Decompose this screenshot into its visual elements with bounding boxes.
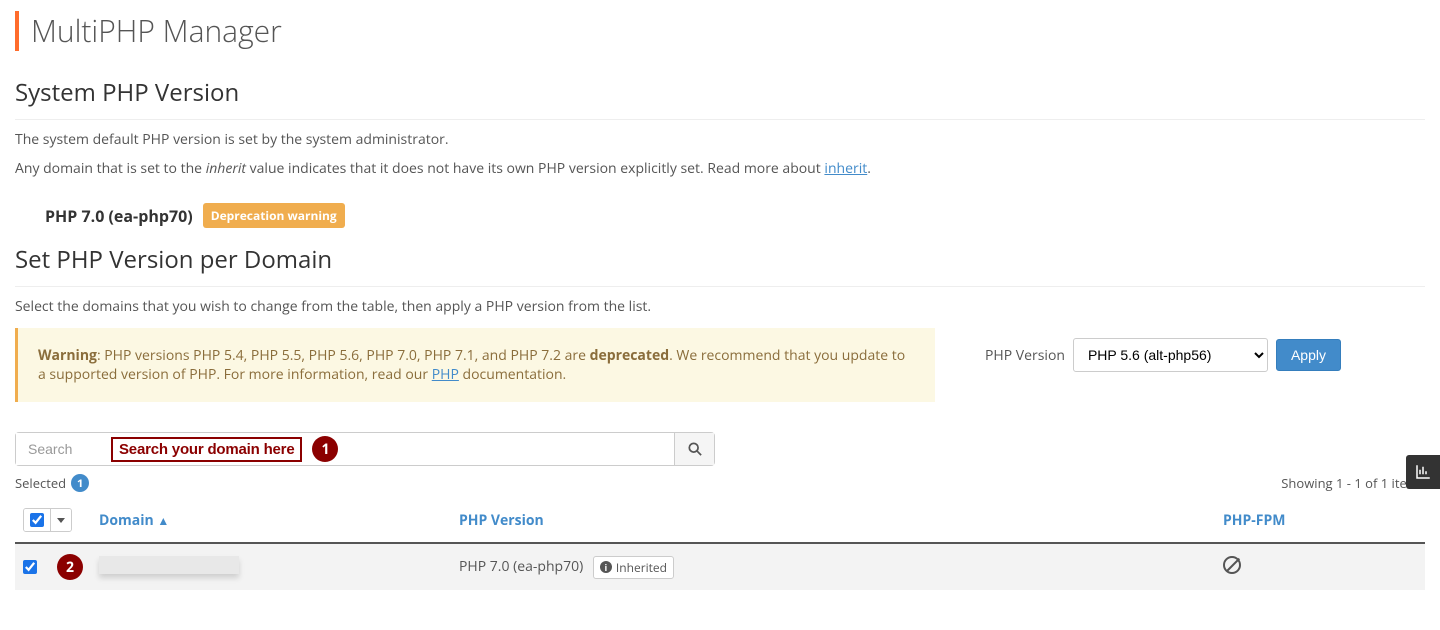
system-php-desc1: The system default PHP version is set by… <box>15 130 1425 149</box>
table-row: 2 PHP 7.0 (ea-php70) i Inherited <box>15 543 1425 590</box>
col-checkbox <box>15 498 91 543</box>
annotation-badge-2: 2 <box>57 554 83 580</box>
chevron-down-icon <box>57 518 65 523</box>
domain-table: Domain ▲ PHP Version PHP-FPM 2 PHP 7.0 (… <box>15 498 1425 590</box>
apply-button[interactable]: Apply <box>1276 339 1341 371</box>
domain-name-redacted <box>99 556 239 574</box>
page-title: MultiPHP Manager <box>31 10 282 51</box>
desc-text: . <box>867 159 871 178</box>
apply-group: PHP Version PHP 5.6 (alt-php56) Apply <box>985 338 1341 372</box>
annotation-search: Search your domain here 1 <box>111 437 338 461</box>
desc-text: value indicates that it does not have it… <box>246 159 824 178</box>
info-icon: i <box>600 561 612 573</box>
row-checkbox[interactable] <box>23 560 37 574</box>
inherited-tag: i Inherited <box>593 556 674 579</box>
php-version-select[interactable]: PHP 5.6 (alt-php56) <box>1073 338 1268 372</box>
system-version-row: PHP 7.0 (ea-php70) Deprecation warning <box>45 203 1425 228</box>
showing-text: Showing 1 - 1 of 1 items <box>1281 474 1425 492</box>
selected-count-pill: 1 <box>71 474 89 492</box>
system-php-version: PHP 7.0 (ea-php70) <box>45 205 193 227</box>
deprecation-badge: Deprecation warning <box>203 203 345 228</box>
annotation-badge-1: 1 <box>312 436 338 462</box>
select-dropdown[interactable] <box>50 509 71 531</box>
select-all-checkbox[interactable] <box>30 513 44 527</box>
select-all-checkbox-cell[interactable] <box>24 509 50 531</box>
table-header-row: Domain ▲ PHP Version PHP-FPM <box>15 498 1425 543</box>
selected-label: Selected <box>15 474 66 492</box>
desc-text: Any domain that is set to the <box>15 159 206 178</box>
showing-prefix: Showing <box>1281 474 1336 492</box>
search-group: Search your domain here 1 <box>15 432 715 466</box>
row-php-version: PHP 7.0 (ea-php70) <box>459 557 583 576</box>
page-header: MultiPHP Manager <box>15 10 1425 51</box>
php-version-label: PHP Version <box>985 346 1065 365</box>
ban-icon <box>1223 556 1241 574</box>
warning-label: Warning <box>38 346 97 365</box>
per-domain-heading: Set PHP Version per Domain <box>15 243 1425 287</box>
php-doc-link[interactable]: PHP <box>432 365 459 384</box>
desc-em: inherit <box>206 159 246 178</box>
per-domain-desc: Select the domains that you wish to chan… <box>15 297 1425 316</box>
search-icon <box>688 442 702 456</box>
inherit-link[interactable]: inherit <box>824 159 867 178</box>
chart-icon <box>1414 463 1432 481</box>
system-php-desc2: Any domain that is set to the inherit va… <box>15 159 1425 178</box>
col-php-fpm[interactable]: PHP-FPM <box>1215 498 1425 543</box>
annotation-text: Search your domain here <box>111 437 302 462</box>
inherited-label: Inherited <box>616 559 667 576</box>
deprecation-warning-box: Warning: PHP versions PHP 5.4, PHP 5.5, … <box>15 328 935 402</box>
search-button[interactable] <box>674 433 714 465</box>
accent-bar <box>15 11 19 51</box>
col-domain[interactable]: Domain ▲ <box>91 498 451 543</box>
col-php-version[interactable]: PHP Version <box>451 498 1215 543</box>
warning-text: documentation. <box>459 365 566 384</box>
sort-asc-icon: ▲ <box>157 512 169 529</box>
stats-float-button[interactable] <box>1406 455 1440 489</box>
warning-text: : PHP versions PHP 5.4, PHP 5.5, PHP 5.6… <box>97 346 590 365</box>
warning-strong: deprecated <box>590 346 669 365</box>
selected-count: Selected 1 <box>15 474 89 492</box>
system-php-heading: System PHP Version <box>15 76 1425 120</box>
